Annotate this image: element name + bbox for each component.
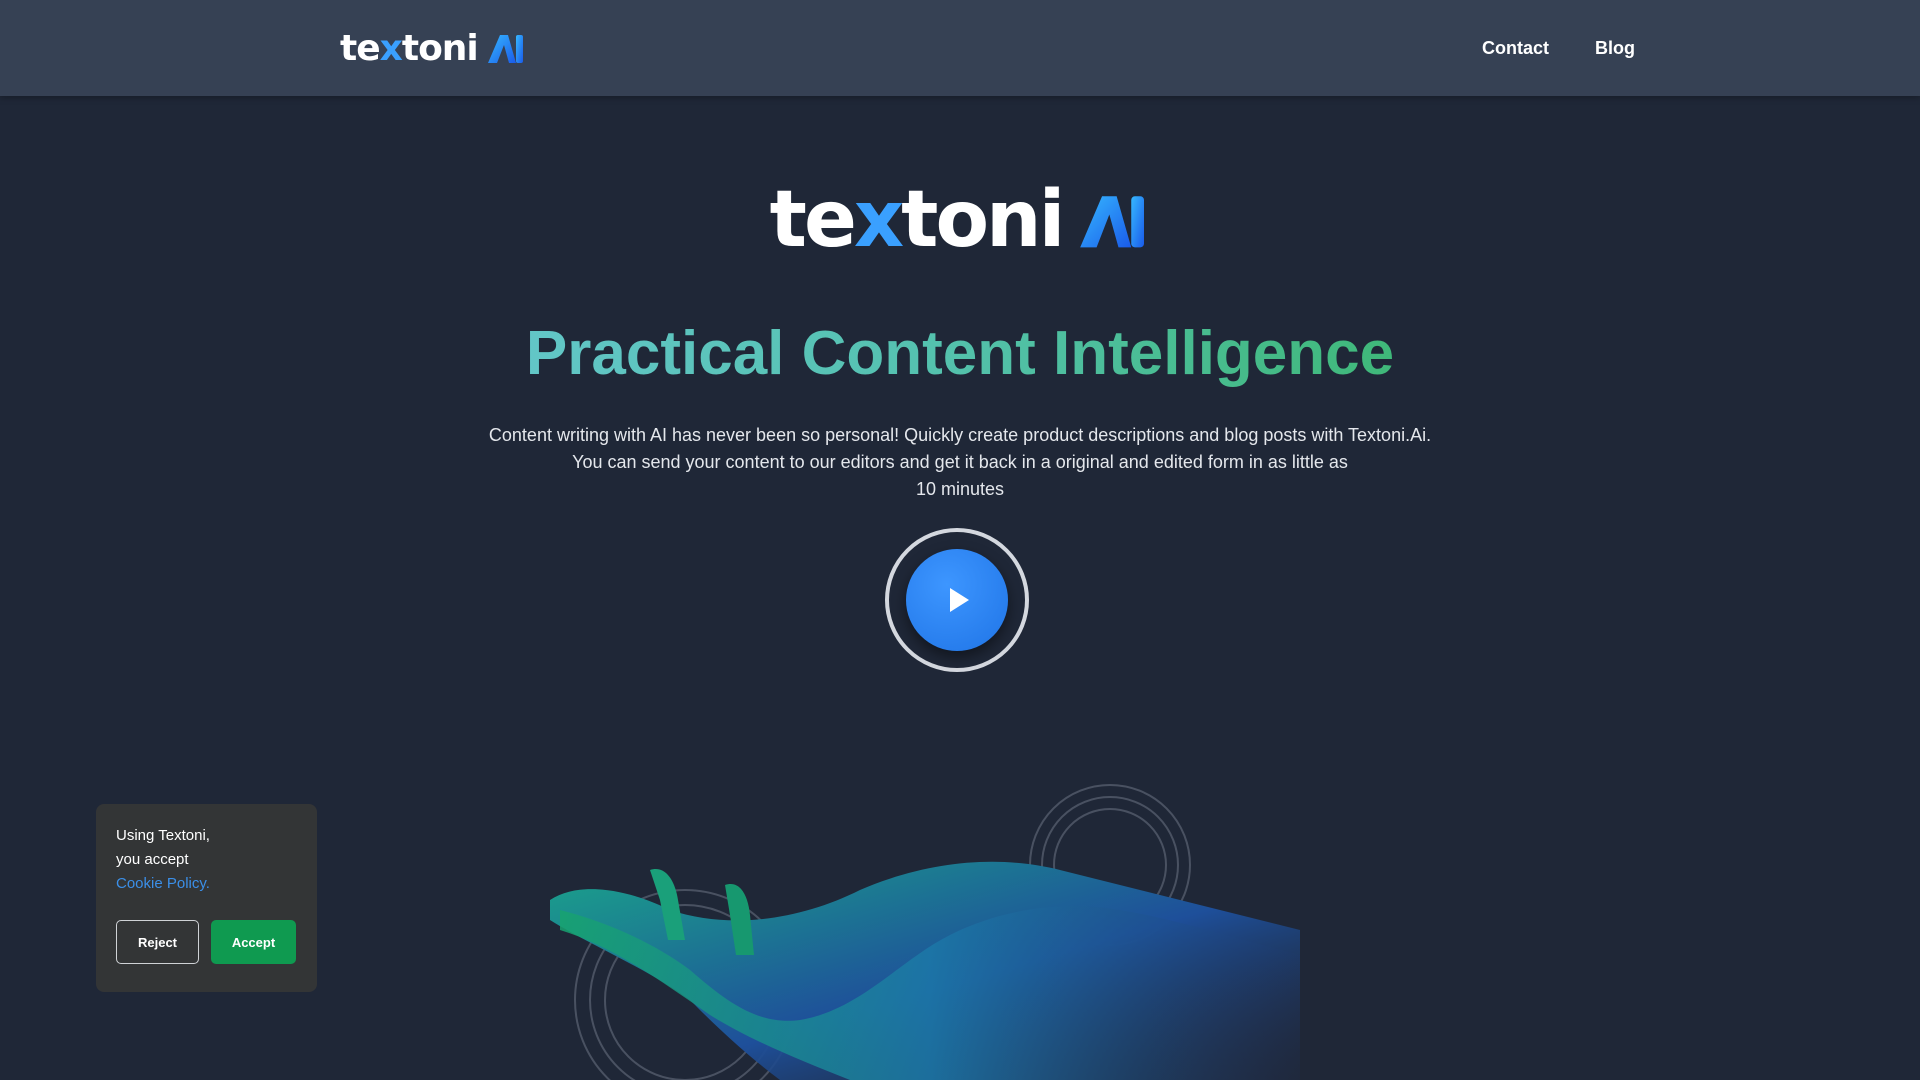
header-logo[interactable]: textoni AI [340,20,526,76]
play-button-core [906,549,1008,651]
cookie-policy-link[interactable]: Cookie Policy. [116,872,297,896]
cookie-message-line: Using Textoni, [116,827,210,844]
hero-description: Content writing with AI has never been s… [0,422,1920,503]
hero-description-line: 10 minutes [915,479,1005,499]
accept-cookies-button[interactable]: Accept [211,920,296,964]
nav-link-contact[interactable]: Contact [1482,38,1549,59]
top-navbar: textoni AI Contact Blog [0,0,1920,96]
hero-description-line: You can send your content to our editors… [572,452,1348,472]
hero-ai-mark-icon [1080,196,1145,248]
nav-link-blog[interactable]: Blog [1595,38,1635,59]
hero-hands-illustration [550,784,1300,1080]
logo-wordmark: textoni [340,27,479,69]
hero-description-line: Content writing with AI has never been s… [488,425,1432,445]
hero-logo-wordmark: textoni [769,175,1066,265]
logo-ai-mark-icon [487,35,523,63]
main-nav: Contact Blog [1482,0,1635,96]
cookie-consent-banner: Using Textoni, you accept Cookie Policy.… [96,804,317,992]
play-icon [950,588,969,612]
logo-wordmark-text: textoni [340,27,479,69]
play-video-button[interactable] [885,528,1029,672]
cookie-actions: Reject Accept [116,920,296,964]
cookie-message: Using Textoni, you accept Cookie Policy. [116,824,297,896]
cookie-message-line: you accept [116,851,189,868]
hero-headline: Practical Content Intelligence [525,319,1395,388]
reject-cookies-button[interactable]: Reject [116,920,199,964]
hero-logo: textoni AI [0,175,1920,265]
